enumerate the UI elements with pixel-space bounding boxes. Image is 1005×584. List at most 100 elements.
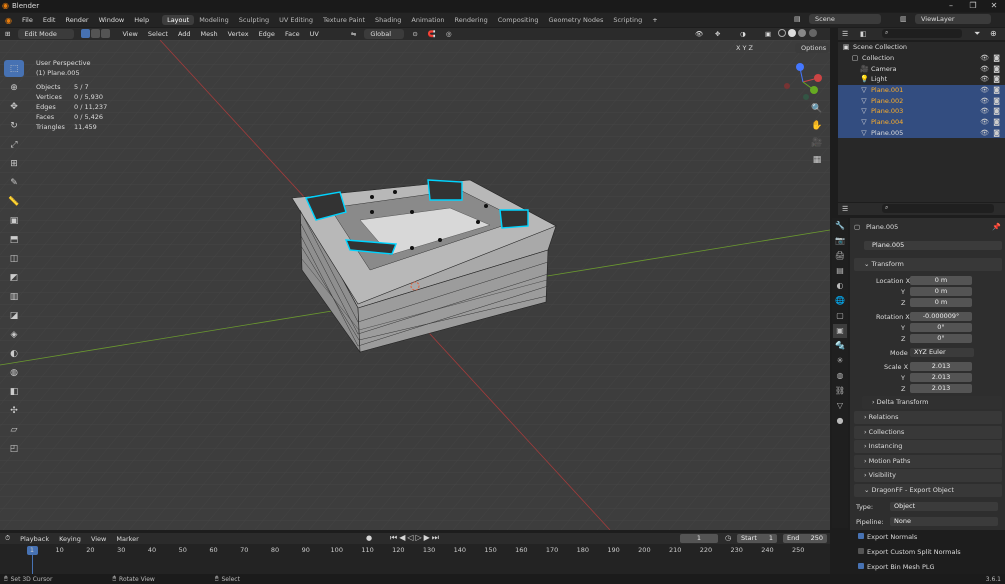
menu-edit[interactable]: Edit — [38, 16, 61, 24]
material-shading-icon[interactable] — [798, 29, 807, 37]
tab-compositing[interactable]: Compositing — [493, 15, 544, 25]
minimize-icon[interactable]: – — [940, 0, 962, 12]
location-x-field[interactable]: 0 m — [910, 276, 972, 285]
tab-uv-editing[interactable]: UV Editing — [274, 15, 318, 25]
viewport-menu-add[interactable]: Add — [173, 30, 196, 38]
eye-icon[interactable]: 👁 — [980, 54, 989, 62]
panel-instancing[interactable]: › Instancing — [854, 440, 1002, 454]
physics-icon[interactable]: ◍ — [833, 369, 847, 383]
edge-select-button[interactable] — [91, 28, 101, 38]
tab-rendering[interactable]: Rendering — [450, 15, 493, 25]
viewport-menu-edge[interactable]: Edge — [254, 30, 280, 38]
render-camera-icon[interactable]: ◙ — [993, 75, 1000, 83]
panel-relations[interactable]: › Relations — [854, 411, 1002, 424]
location-z-field[interactable]: 0 m — [910, 298, 972, 307]
render-camera-icon[interactable]: ◙ — [993, 65, 1000, 73]
annotate-icon[interactable]: ✎ — [4, 174, 24, 191]
tool-icon[interactable]: 🔧 — [833, 219, 847, 233]
menu-window[interactable]: Window — [94, 16, 130, 24]
checkbox-icon[interactable] — [858, 548, 864, 554]
viewlayer-selector[interactable]: ViewLayer — [915, 14, 991, 24]
eye-icon[interactable]: 👁 — [980, 75, 989, 83]
eye-icon[interactable]: 👁 — [980, 86, 989, 94]
rip-icon[interactable]: ◰ — [4, 440, 24, 457]
timeline-editor-icon[interactable]: ⏱ — [0, 534, 15, 543]
visibility-icon[interactable]: 👁 — [690, 30, 708, 38]
mirror-axes[interactable]: X Y Z — [736, 44, 753, 52]
outliner-item-collection[interactable]: ▢ Collection 👁 ◙ — [838, 53, 1005, 64]
rotation-mode-dropdown[interactable]: XYZ Euler — [910, 348, 974, 357]
delta-transform-panel[interactable]: › Delta Transform — [862, 396, 1002, 409]
inset-icon[interactable]: ◫ — [4, 250, 24, 267]
blender-menu-icon[interactable]: ◉ — [0, 16, 17, 25]
render-camera-icon[interactable]: ◙ — [993, 54, 1000, 62]
viewport-menu-view[interactable]: View — [117, 30, 142, 38]
render-camera-icon[interactable]: ◙ — [993, 107, 1000, 115]
outliner-item-plane-003[interactable]: ▽ Plane.003 👁 ◙ — [838, 106, 1005, 117]
eye-icon[interactable]: 👁 — [980, 97, 989, 105]
viewport-menu-face[interactable]: Face — [280, 30, 305, 38]
location-y-field[interactable]: 0 m — [910, 287, 972, 296]
cursor-select-icon[interactable]: ⬚ — [4, 60, 24, 77]
extrude-icon[interactable]: ⬒ — [4, 231, 24, 248]
snap-icon[interactable]: 🧲 — [423, 30, 441, 38]
checkbox-export-custom-split-normals[interactable]: Export Custom Split Normals — [858, 548, 961, 556]
render-camera-icon[interactable]: ◙ — [993, 86, 1000, 94]
shear-icon[interactable]: ▱ — [4, 421, 24, 438]
smooth-icon[interactable]: ◍ — [4, 364, 24, 381]
face-select-button[interactable] — [101, 28, 111, 38]
properties-editor-icon[interactable]: ☰ — [842, 205, 848, 213]
current-frame-field[interactable]: 1 — [680, 534, 718, 543]
eye-icon[interactable]: 👁 — [980, 129, 989, 137]
collection-icon[interactable]: ▢ — [833, 309, 847, 323]
mode-selector[interactable]: Edit Mode — [18, 29, 75, 39]
outliner-item-camera[interactable]: 🎥 Camera 👁 ◙ — [838, 63, 1005, 74]
xray-icon[interactable]: ▣ — [760, 30, 776, 38]
outliner-item-plane-002[interactable]: ▽ Plane.002 👁 ◙ — [838, 95, 1005, 107]
camera-view-icon[interactable]: 🎥 — [810, 138, 824, 152]
eye-icon[interactable]: 👁 — [980, 65, 989, 73]
particles-icon[interactable]: ✳ — [833, 354, 847, 368]
outliner-item-light[interactable]: 💡 Light 👁 ◙ — [838, 74, 1005, 85]
menu-help[interactable]: Help — [129, 16, 154, 24]
loop-cut-icon[interactable]: ▥ — [4, 288, 24, 305]
timeline-menu-marker[interactable]: Marker — [111, 535, 143, 543]
scale-z-field[interactable]: 2.013 — [910, 384, 972, 393]
rendered-shading-icon[interactable] — [808, 29, 817, 37]
pin-icon[interactable]: 📌 — [992, 223, 1001, 231]
output-icon[interactable]: 🖨 — [833, 249, 847, 263]
maximize-icon[interactable]: ❐ — [962, 0, 984, 12]
tab-animation[interactable]: Animation — [406, 15, 449, 25]
pipeline-dropdown[interactable]: None — [890, 517, 998, 526]
orientation-selector[interactable]: Global — [364, 29, 405, 39]
outliner-item-scene-collection[interactable]: ▣ Scene Collection — [838, 42, 1005, 53]
viewport-menu-vertex[interactable]: Vertex — [223, 30, 254, 38]
scale-y-field[interactable]: 2.013 — [910, 373, 972, 382]
viewport-menu-uv[interactable]: UV — [305, 30, 324, 38]
shrink-fatten-icon[interactable]: ✣ — [4, 402, 24, 419]
tab-modeling[interactable]: Modeling — [194, 15, 234, 25]
vertex-select-button[interactable] — [81, 28, 91, 38]
timeline-menu-view[interactable]: View — [86, 535, 111, 543]
bevel-icon[interactable]: ◩ — [4, 269, 24, 286]
menu-file[interactable]: File — [17, 16, 38, 24]
outliner-item-plane-004[interactable]: ▽ Plane.004 👁 ◙ — [838, 116, 1005, 128]
outliner-item-plane-001[interactable]: ▽ Plane.001 👁 ◙ — [838, 84, 1005, 96]
timeline-menu-keying[interactable]: Keying — [54, 535, 86, 543]
transform-panel-header[interactable]: ⌄ Transform — [854, 258, 1002, 271]
zoom-icon[interactable]: 🔍 — [810, 104, 824, 118]
rotation-z-field[interactable]: 0° — [910, 334, 972, 343]
outliner-item-plane-005[interactable]: ▽ Plane.005 👁 ◙ — [838, 127, 1005, 139]
new-collection-icon[interactable]: ⊕ — [990, 29, 997, 38]
dragonff-export-panel[interactable]: ⌄ DragonFF - Export Object — [854, 484, 1002, 497]
solid-shading-icon[interactable] — [788, 29, 797, 37]
measure-icon[interactable]: 📏 — [4, 193, 24, 210]
eye-icon[interactable]: 👁 — [980, 107, 989, 115]
checkbox-icon[interactable] — [858, 533, 864, 539]
viewport-menu-mesh[interactable]: Mesh — [196, 30, 223, 38]
pivot-icon[interactable]: ⊙ — [407, 30, 422, 38]
start-frame-field[interactable]: Start 1 — [737, 534, 777, 543]
outliner-search-input[interactable]: ⌕ — [882, 29, 962, 38]
panel-collections[interactable]: › Collections — [854, 425, 1002, 439]
grid-view-icon[interactable]: ▦ — [810, 155, 824, 169]
